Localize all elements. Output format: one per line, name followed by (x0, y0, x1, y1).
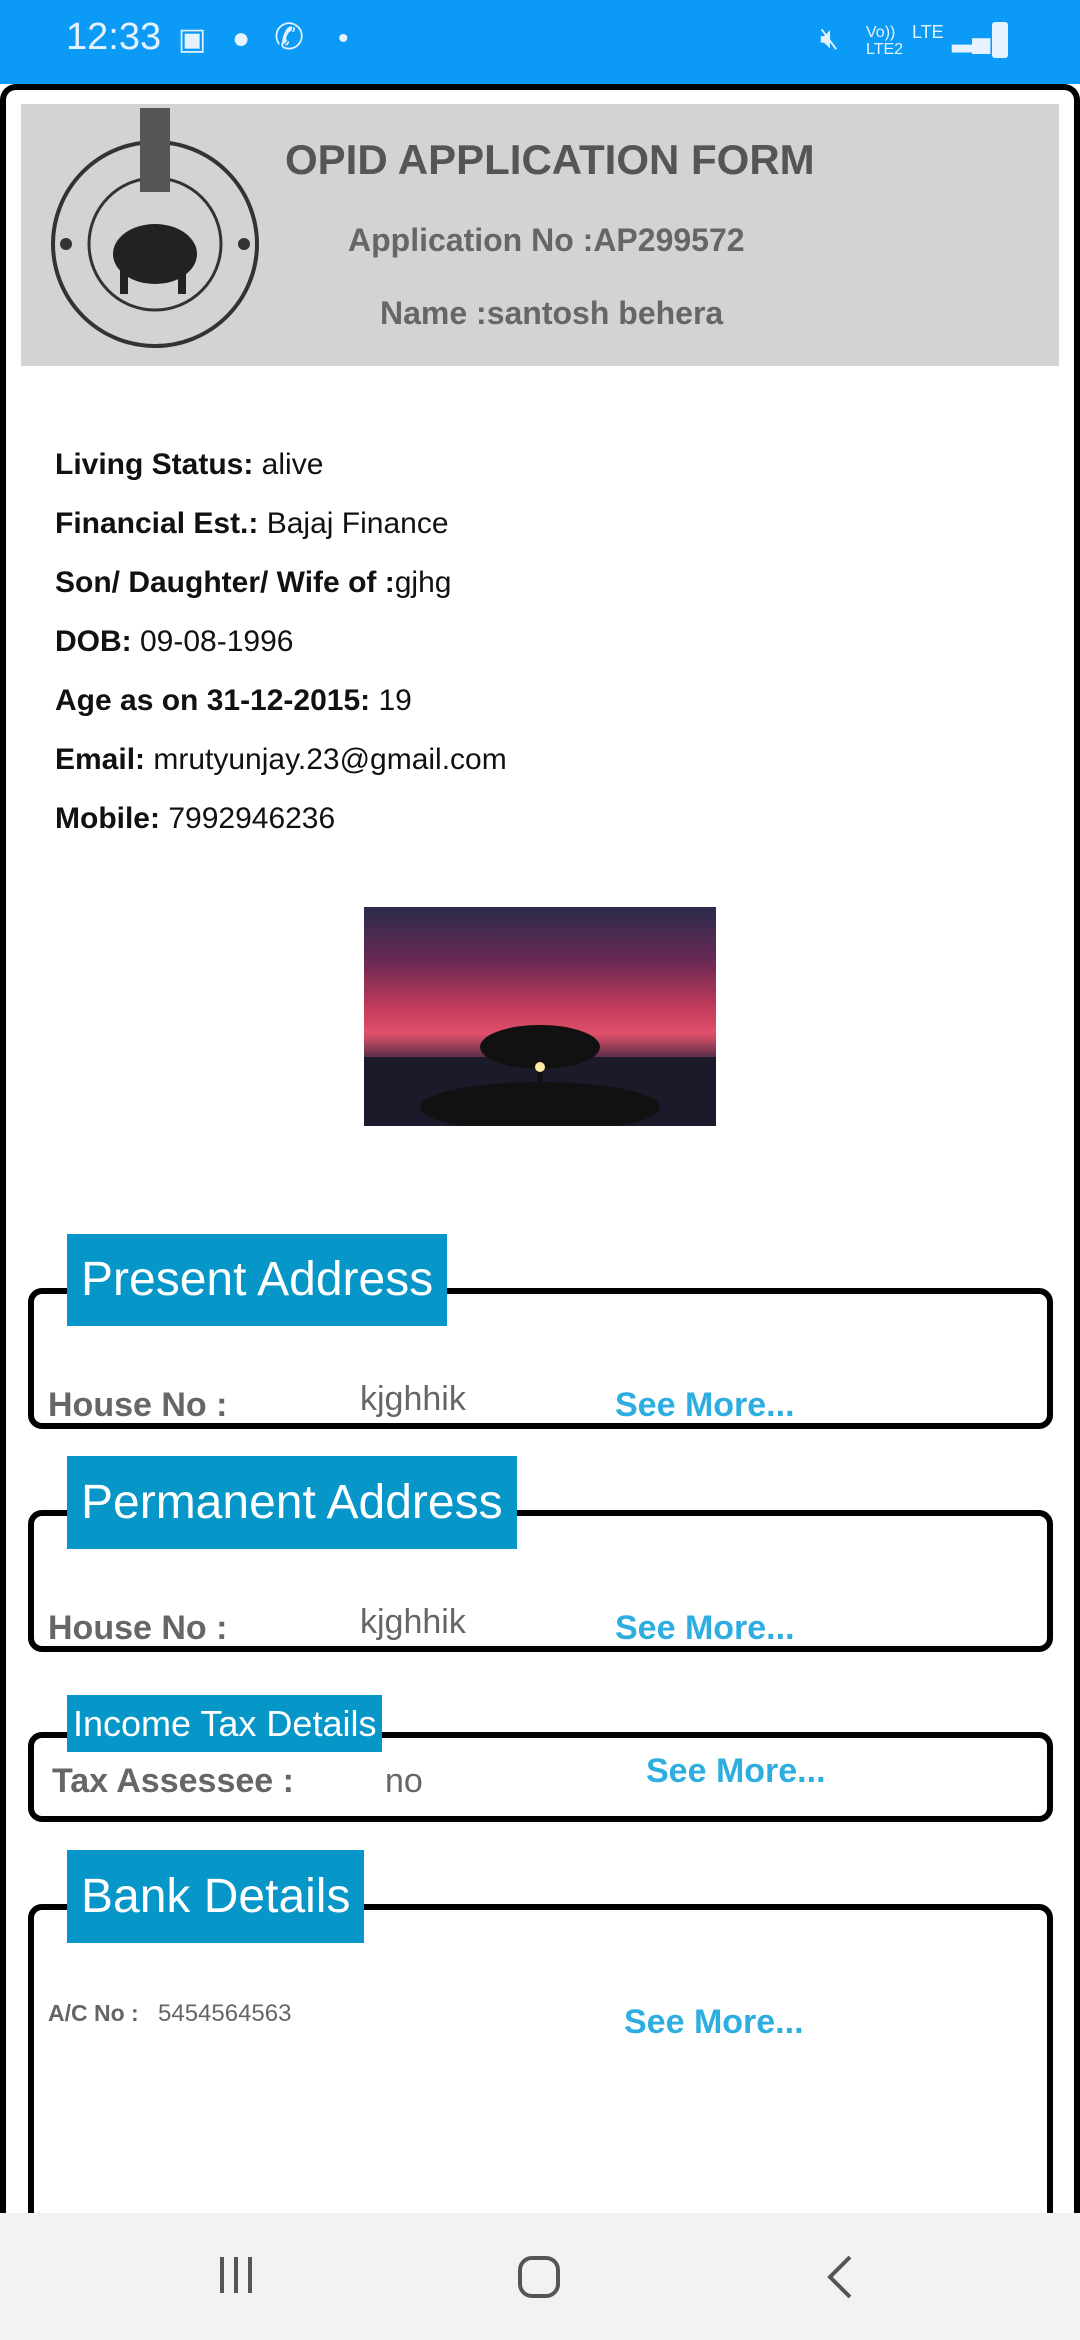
income-tax-see-more-link[interactable]: See More... (646, 1752, 826, 1791)
phone-call-icon: ✆ (274, 16, 305, 57)
gallery-icon: ▣ (178, 23, 207, 56)
income-tax-title: Income Tax Details (67, 1695, 383, 1752)
odisha-emblem-logo (51, 108, 259, 348)
account-no-value: 5454564563 (158, 2000, 292, 2027)
field-age: Age as on 31-12-2015: 19 (55, 684, 412, 717)
account-no-label: A/C No : (48, 2000, 139, 2026)
navigation-bar (0, 2213, 1080, 2340)
status-bar: 12:33 ▣ ● ✆ • 🔇︎ Vo)) LTE2 LTE ▂▄ (0, 0, 1080, 84)
applicant-photo (364, 907, 716, 1132)
field-relation: Son/ Daughter/ Wife of :gjhg (55, 566, 452, 599)
application-number: Application No :AP299572 (348, 222, 745, 258)
volte-icon: Vo)) LTE2 (866, 24, 904, 58)
tax-assessee-value: no (385, 1762, 423, 1800)
applicant-name: Name :santosh behera (380, 295, 724, 331)
bank-details-title: Bank Details (67, 1850, 365, 1943)
tax-assessee-label: Tax Assessee : (52, 1762, 294, 1800)
back-icon[interactable] (826, 2255, 854, 2299)
present-house-label: House No : (48, 1386, 228, 1424)
signal-icon: ▂▄ (952, 22, 991, 52)
battery-charging-icon (992, 22, 1008, 58)
shopping-bag-icon: ● (232, 22, 251, 55)
dot-icon: • (338, 22, 349, 55)
field-email: Email: mrutyunjay.23@gmail.com (55, 743, 507, 776)
clock: 12:33 (66, 16, 162, 58)
permanent-house-value: kjghhik (360, 1603, 466, 1641)
field-mobile: Mobile: 7992946236 (55, 802, 336, 835)
lte-icon: LTE (912, 22, 944, 42)
field-financial-est: Financial Est.: Bajaj Finance (55, 507, 449, 540)
field-living-status: Living Status: alive (55, 448, 324, 481)
recent-apps-icon[interactable] (216, 2255, 256, 2295)
bank-see-more-link[interactable]: See More... (624, 2003, 804, 2042)
page-title: OPID APPLICATION FORM (285, 136, 815, 183)
present-see-more-link[interactable]: See More... (615, 1386, 795, 1425)
permanent-address-title: Permanent Address (67, 1456, 517, 1549)
present-address-title: Present Address (67, 1234, 448, 1326)
present-house-value: kjghhik (360, 1380, 466, 1418)
home-icon[interactable] (517, 2255, 561, 2299)
mute-icon: 🔇︎ (820, 22, 839, 55)
permanent-see-more-link[interactable]: See More... (615, 1609, 795, 1648)
field-dob: DOB: 09-08-1996 (55, 625, 294, 658)
permanent-house-label: House No : (48, 1609, 228, 1647)
